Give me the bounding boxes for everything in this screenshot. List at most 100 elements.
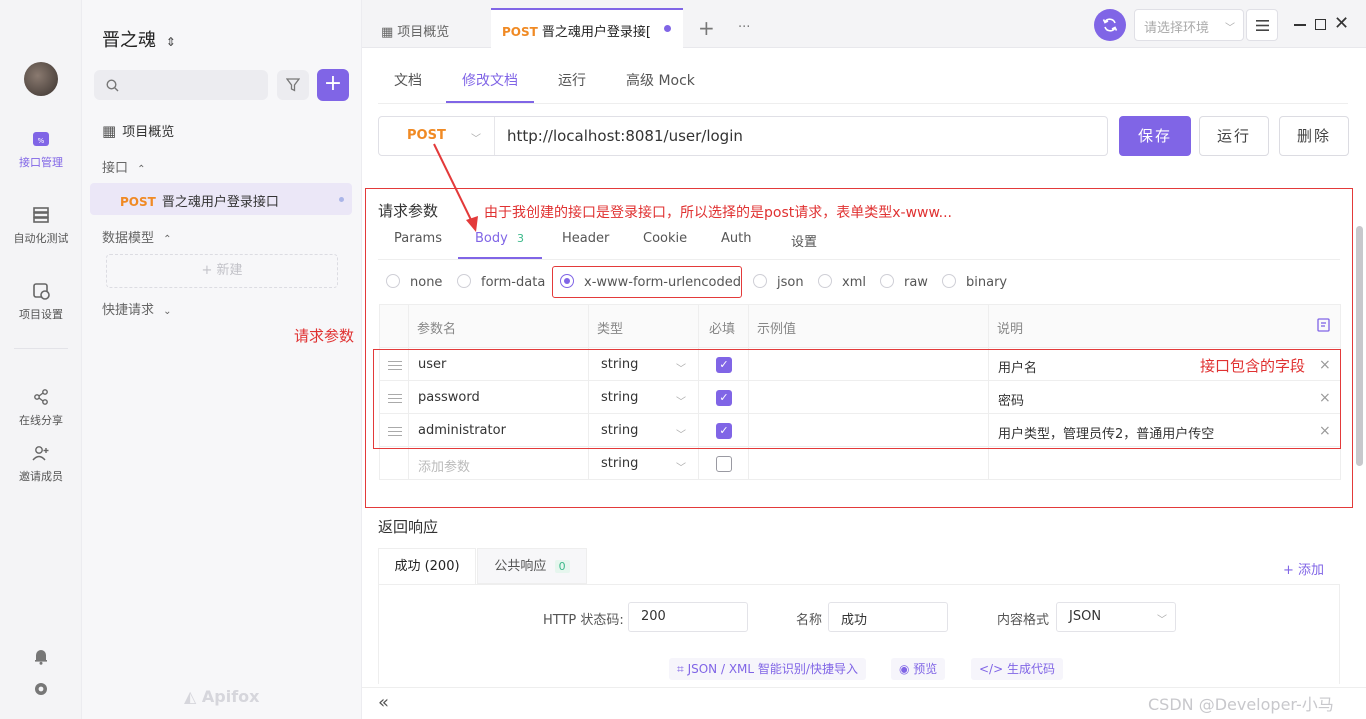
param-type[interactable]: string (601, 456, 638, 471)
radio-form-data[interactable]: form-data (457, 274, 545, 290)
tabs-divider (378, 103, 1348, 104)
tab-response-success[interactable]: 成功 (200) (378, 548, 476, 584)
radio-x-www-form-urlencoded[interactable]: x-www-form-urlencoded (560, 274, 741, 290)
minimize-icon[interactable] (1294, 24, 1306, 26)
radio-binary[interactable]: binary (942, 274, 1007, 290)
status-code-input[interactable]: 200 (628, 602, 748, 632)
content-format-label: 内容格式 (997, 613, 1050, 628)
chevron-up-icon: ⌃ (163, 234, 172, 245)
nav-share[interactable]: 在线分享 (0, 388, 82, 428)
run-button[interactable]: 运行 (1199, 116, 1269, 156)
grid-icon: ▦ (102, 122, 117, 140)
share-icon (34, 389, 48, 405)
radio-label: none (410, 275, 443, 290)
collapse-sidebar-button[interactable]: « (378, 692, 389, 713)
new-model-button[interactable]: + 新建 (106, 254, 338, 288)
section-label: 快捷请求 (102, 303, 155, 318)
delete-button[interactable]: 删除 (1279, 116, 1349, 156)
close-icon[interactable]: ✕ (1334, 13, 1349, 34)
radio-raw[interactable]: raw (880, 274, 928, 290)
active-tab-indicator (446, 101, 534, 103)
logo-icon: ◭ (184, 687, 202, 706)
environment-select[interactable]: 请选择环境 ﹀ (1134, 9, 1244, 41)
radio-xml[interactable]: xml (818, 274, 866, 290)
radio-label: form-data (481, 275, 546, 290)
filter-button[interactable] (277, 70, 309, 100)
sidebar-search-input[interactable] (94, 70, 268, 100)
name-input[interactable]: 成功 (828, 602, 948, 632)
maximize-icon[interactable] (1315, 19, 1326, 30)
add-button[interactable]: + (317, 69, 349, 101)
new-tab-button[interactable]: + (698, 16, 715, 40)
preview-link[interactable]: ◉ 预览 (891, 658, 946, 680)
name-label: 名称 (796, 613, 823, 628)
left-nav: % 接口管理 自动化测试 项目设置 在线分享 邀请成员 (0, 0, 82, 719)
radio-none[interactable]: none (386, 274, 442, 290)
smart-import-link[interactable]: ⌗ JSON / XML 智能识别/快捷导入 (669, 658, 866, 680)
nav-label: 项目设置 (19, 308, 63, 321)
status-code-label: HTTP 状态码: (543, 613, 624, 628)
tab-settings[interactable]: 设置 (791, 231, 817, 250)
chevron-up-icon: ⌃ (137, 164, 146, 175)
avatar[interactable] (24, 62, 58, 96)
annotation-left-note: 请求参数 (294, 327, 355, 345)
add-param-input[interactable]: 添加参数 (418, 456, 470, 475)
generate-code-link[interactable]: </> 生成代码 (971, 658, 1063, 680)
sidebar-api-row[interactable]: POST 晋之魂用户登录接口 (120, 191, 279, 210)
count-badge: 0 (554, 560, 570, 573)
gear-icon[interactable] (32, 680, 50, 698)
content-format-select[interactable]: JSON ﹀ (1056, 602, 1176, 632)
nav-invite[interactable]: 邀请成员 (0, 444, 82, 484)
env-placeholder: 请选择环境 (1144, 21, 1210, 36)
method-badge: POST (120, 195, 156, 209)
url-input[interactable]: http://localhost:8081/user/login (507, 127, 743, 145)
import-icon: ⌗ (677, 662, 688, 676)
tab-header[interactable]: Header (562, 231, 609, 246)
tab-auth[interactable]: Auth (721, 231, 751, 246)
scrollbar[interactable] (1356, 226, 1363, 466)
column-header-type: 类型 (597, 322, 624, 337)
annotation-top-note: 由于我创建的接口是登录接口，所以选择的是post请求，表单类型x-www... (484, 205, 952, 221)
add-response-button[interactable]: + 添加 (1283, 559, 1324, 578)
sidebar-section-quick[interactable]: 快捷请求 ⌄ (102, 299, 172, 318)
tab-response-common[interactable]: 公共响应 0 (477, 548, 587, 584)
tab-cookie[interactable]: Cookie (643, 231, 687, 246)
hamburger-icon (1256, 20, 1269, 31)
column-header-example: 示例值 (757, 322, 797, 337)
nav-label: 邀请成员 (19, 470, 63, 483)
required-checkbox[interactable] (716, 456, 732, 472)
column-header-name: 参数名 (417, 322, 457, 337)
project-switcher[interactable]: 晋之魂 ⇕ (102, 26, 176, 52)
radio-circle (942, 274, 956, 288)
tab-project-overview[interactable]: ▦ 项目概览 (381, 21, 449, 40)
save-button[interactable]: 保存 (1119, 116, 1191, 156)
radio-label: raw (904, 275, 928, 290)
tab-edit-doc[interactable]: 修改文档 (462, 70, 518, 90)
nav-automation[interactable]: 自动化测试 (0, 206, 82, 246)
count-badge: 3 (516, 232, 524, 245)
search-icon (106, 79, 119, 92)
response-title: 返回响应 (378, 518, 439, 536)
bell-icon[interactable] (33, 648, 49, 665)
tab-advanced-mock[interactable]: 高级 Mock (626, 70, 695, 90)
radio-json[interactable]: json (753, 274, 804, 290)
api-icon: % (33, 132, 49, 146)
column-header-description: 说明 (997, 322, 1024, 337)
nav-project-settings[interactable]: 项目设置 (0, 282, 82, 322)
section-label: 接口 (102, 161, 129, 176)
radio-circle (386, 274, 400, 288)
sidebar-section-api[interactable]: 接口 ⌃ (102, 157, 146, 176)
more-tabs-button[interactable]: ··· (738, 20, 750, 35)
tab-login-api-label[interactable]: POST 晋之魂用户登录接[ (502, 21, 651, 40)
bulk-edit-icon[interactable] (1317, 318, 1331, 332)
tab-label: 公共响应 (494, 559, 547, 574)
tab-doc[interactable]: 文档 (394, 70, 422, 90)
unsaved-dot (664, 25, 671, 32)
menu-button[interactable] (1246, 9, 1278, 41)
tab-run[interactable]: 运行 (558, 70, 586, 90)
sidebar-item-overview[interactable]: ▦ 项目概览 (102, 121, 174, 140)
project-name: 晋之魂 (102, 30, 156, 51)
nav-api-management[interactable]: % 接口管理 (0, 130, 82, 170)
sync-button[interactable] (1094, 9, 1126, 41)
sidebar-section-models[interactable]: 数据模型 ⌃ (102, 227, 172, 246)
